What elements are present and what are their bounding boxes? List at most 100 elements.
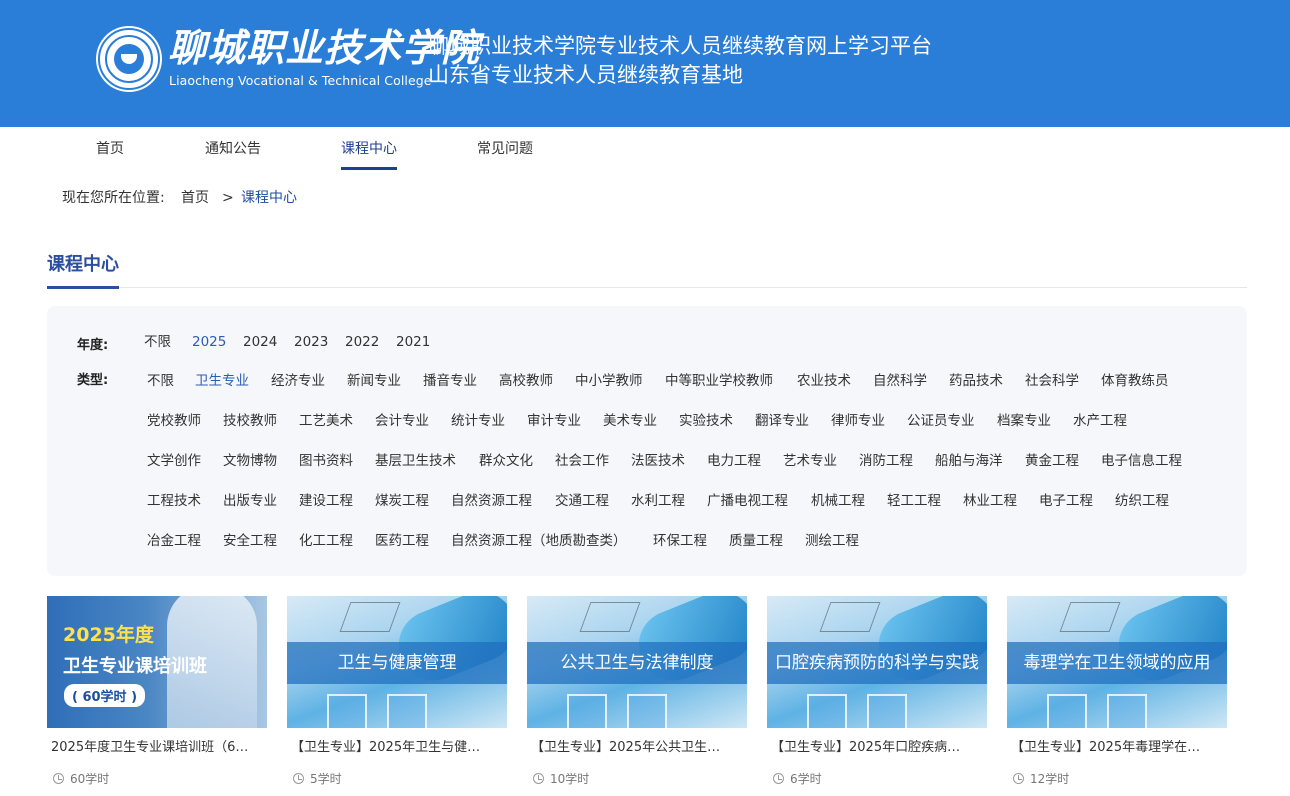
- type-option[interactable]: 中小学教师: [575, 373, 643, 389]
- type-option[interactable]: 电子信息工程: [1101, 453, 1182, 469]
- course-thumbnail[interactable]: 卫生与健康管理: [287, 596, 507, 728]
- type-option[interactable]: 技校教师: [223, 413, 277, 429]
- clock-icon: [533, 773, 544, 784]
- type-option[interactable]: 电力工程: [707, 453, 761, 469]
- course-card[interactable]: 公共卫生与法律制度 【卫生专业】2025年公共卫生… 10学时: [527, 596, 747, 796]
- type-option[interactable]: 律师专业: [831, 413, 885, 429]
- type-option[interactable]: 播音专业: [423, 373, 477, 389]
- type-option[interactable]: 中等职业学校教师: [665, 373, 773, 389]
- course-card[interactable]: 2025年度 卫生专业课培训班 ( 60学时 ) 2025年度卫生专业课培训班（6… 6…: [47, 596, 267, 796]
- type-option[interactable]: 林业工程: [963, 493, 1017, 509]
- type-option[interactable]: 自然资源工程: [451, 493, 532, 509]
- type-option[interactable]: 电子工程: [1039, 493, 1093, 509]
- type-option[interactable]: 社会工作: [555, 453, 609, 469]
- nav-home[interactable]: 首页: [96, 141, 124, 157]
- nav-notices[interactable]: 通知公告: [205, 141, 261, 157]
- type-option[interactable]: 艺术专业: [783, 453, 837, 469]
- promo-year: 2025年度: [63, 624, 154, 646]
- site-title-line1: 聊城职业技术学院专业技术人员继续教育网上学习平台: [428, 34, 932, 58]
- type-option[interactable]: 党校教师: [147, 413, 201, 429]
- course-hours-value: 6学时: [790, 772, 822, 786]
- type-option[interactable]: 广播电视工程: [707, 493, 788, 509]
- type-option[interactable]: 社会科学: [1025, 373, 1079, 389]
- type-option[interactable]: 质量工程: [729, 533, 783, 549]
- year-option[interactable]: 2022: [345, 334, 379, 350]
- type-option[interactable]: 美术专业: [603, 413, 657, 429]
- type-option[interactable]: 安全工程: [223, 533, 277, 549]
- course-thumbnail[interactable]: 毒理学在卫生领域的应用: [1007, 596, 1227, 728]
- site-header: 聊城职业技术学院 Liaocheng Vocational & Technica…: [0, 0, 1290, 127]
- clock-icon: [1013, 773, 1024, 784]
- course-thumbnail[interactable]: 公共卫生与法律制度: [527, 596, 747, 728]
- type-option[interactable]: 黄金工程: [1025, 453, 1079, 469]
- course-title[interactable]: 2025年度卫生专业课培训班（6…: [51, 740, 265, 756]
- nav-course-center[interactable]: 课程中心: [341, 141, 397, 157]
- type-option[interactable]: 交通工程: [555, 493, 609, 509]
- type-option[interactable]: 纺织工程: [1115, 493, 1169, 509]
- type-option[interactable]: 冶金工程: [147, 533, 201, 549]
- type-option[interactable]: 基层卫生技术: [375, 453, 456, 469]
- type-option[interactable]: 工程技术: [147, 493, 201, 509]
- year-option[interactable]: 2024: [243, 334, 277, 350]
- clock-icon: [293, 773, 304, 784]
- course-title[interactable]: 【卫生专业】2025年毒理学在…: [1011, 740, 1225, 756]
- beaker-graphic: [807, 694, 847, 728]
- type-option[interactable]: 出版专业: [223, 493, 277, 509]
- type-option[interactable]: 翻译专业: [755, 413, 809, 429]
- type-option[interactable]: 轻工工程: [887, 493, 941, 509]
- type-option[interactable]: 水利工程: [631, 493, 685, 509]
- type-option[interactable]: 高校教师: [499, 373, 553, 389]
- type-option[interactable]: 文学创作: [147, 453, 201, 469]
- type-option[interactable]: 图书资料: [299, 453, 353, 469]
- year-option[interactable]: 2021: [396, 334, 430, 350]
- type-option[interactable]: 档案专业: [997, 413, 1051, 429]
- main-nav: 首页 通知公告 课程中心 常见问题: [0, 127, 1290, 171]
- section-divider: [47, 287, 1247, 288]
- type-option[interactable]: 化工工程: [299, 533, 353, 549]
- type-option[interactable]: 实验技术: [679, 413, 733, 429]
- year-option[interactable]: 2025: [192, 334, 226, 350]
- college-emblem-icon[interactable]: [98, 28, 160, 90]
- course-card[interactable]: 口腔疾病预防的科学与实践【卫生专业】2025年口腔疾病… 6学时: [767, 596, 987, 796]
- course-title[interactable]: 【卫生专业】2025年卫生与健…: [291, 740, 505, 756]
- type-option[interactable]: 新闻专业: [347, 373, 401, 389]
- type-option[interactable]: 体育教练员: [1101, 373, 1169, 389]
- type-option[interactable]: 群众文化: [479, 453, 533, 469]
- course-thumbnail[interactable]: 口腔疾病预防的科学与实践: [767, 596, 987, 728]
- type-option[interactable]: 药品技术: [949, 373, 1003, 389]
- type-option[interactable]: 不限: [147, 373, 174, 389]
- type-option[interactable]: 文物博物: [223, 453, 277, 469]
- type-option[interactable]: 消防工程: [859, 453, 913, 469]
- breadcrumb-home[interactable]: 首页: [181, 190, 209, 206]
- filter-panel: 年度: 类型: 不限 2025 2024 2023 2022 2021 不限 卫生专业 经济专…: [47, 306, 1247, 576]
- type-option[interactable]: 水产工程: [1073, 413, 1127, 429]
- promo-title: 卫生专业课培训班: [63, 656, 207, 677]
- type-option[interactable]: 煤炭工程: [375, 493, 429, 509]
- type-option[interactable]: 自然资源工程（地质勘查类）: [451, 533, 627, 549]
- course-title[interactable]: 【卫生专业】2025年公共卫生…: [531, 740, 745, 756]
- nav-faq[interactable]: 常见问题: [477, 141, 533, 157]
- type-option[interactable]: 环保工程: [653, 533, 707, 549]
- course-thumbnail[interactable]: 2025年度 卫生专业课培训班 ( 60学时 ): [47, 596, 267, 728]
- type-option[interactable]: 机械工程: [811, 493, 865, 509]
- course-title[interactable]: 【卫生专业】2025年口腔疾病…: [771, 740, 985, 756]
- breadcrumb-separator: >: [222, 190, 234, 206]
- type-option[interactable]: 经济专业: [271, 373, 325, 389]
- year-option[interactable]: 不限: [144, 334, 171, 350]
- type-option[interactable]: 公证员专业: [907, 413, 975, 429]
- type-option[interactable]: 会计专业: [375, 413, 429, 429]
- type-option[interactable]: 农业技术: [797, 373, 851, 389]
- type-option[interactable]: 卫生专业: [195, 373, 249, 389]
- type-option[interactable]: 统计专业: [451, 413, 505, 429]
- year-option[interactable]: 2023: [294, 334, 328, 350]
- type-option[interactable]: 船舶与海洋: [935, 453, 1003, 469]
- type-option[interactable]: 测绘工程: [805, 533, 859, 549]
- type-option[interactable]: 医药工程: [375, 533, 429, 549]
- course-card[interactable]: 毒理学在卫生领域的应用 【卫生专业】2025年毒理学在… 12学时: [1007, 596, 1227, 796]
- type-option[interactable]: 法医技术: [631, 453, 685, 469]
- type-option[interactable]: 建设工程: [299, 493, 353, 509]
- course-card[interactable]: 卫生与健康管理 【卫生专业】2025年卫生与健… 5学时: [287, 596, 507, 796]
- type-option[interactable]: 审计专业: [527, 413, 581, 429]
- type-option[interactable]: 自然科学: [873, 373, 927, 389]
- type-option[interactable]: 工艺美术: [299, 413, 353, 429]
